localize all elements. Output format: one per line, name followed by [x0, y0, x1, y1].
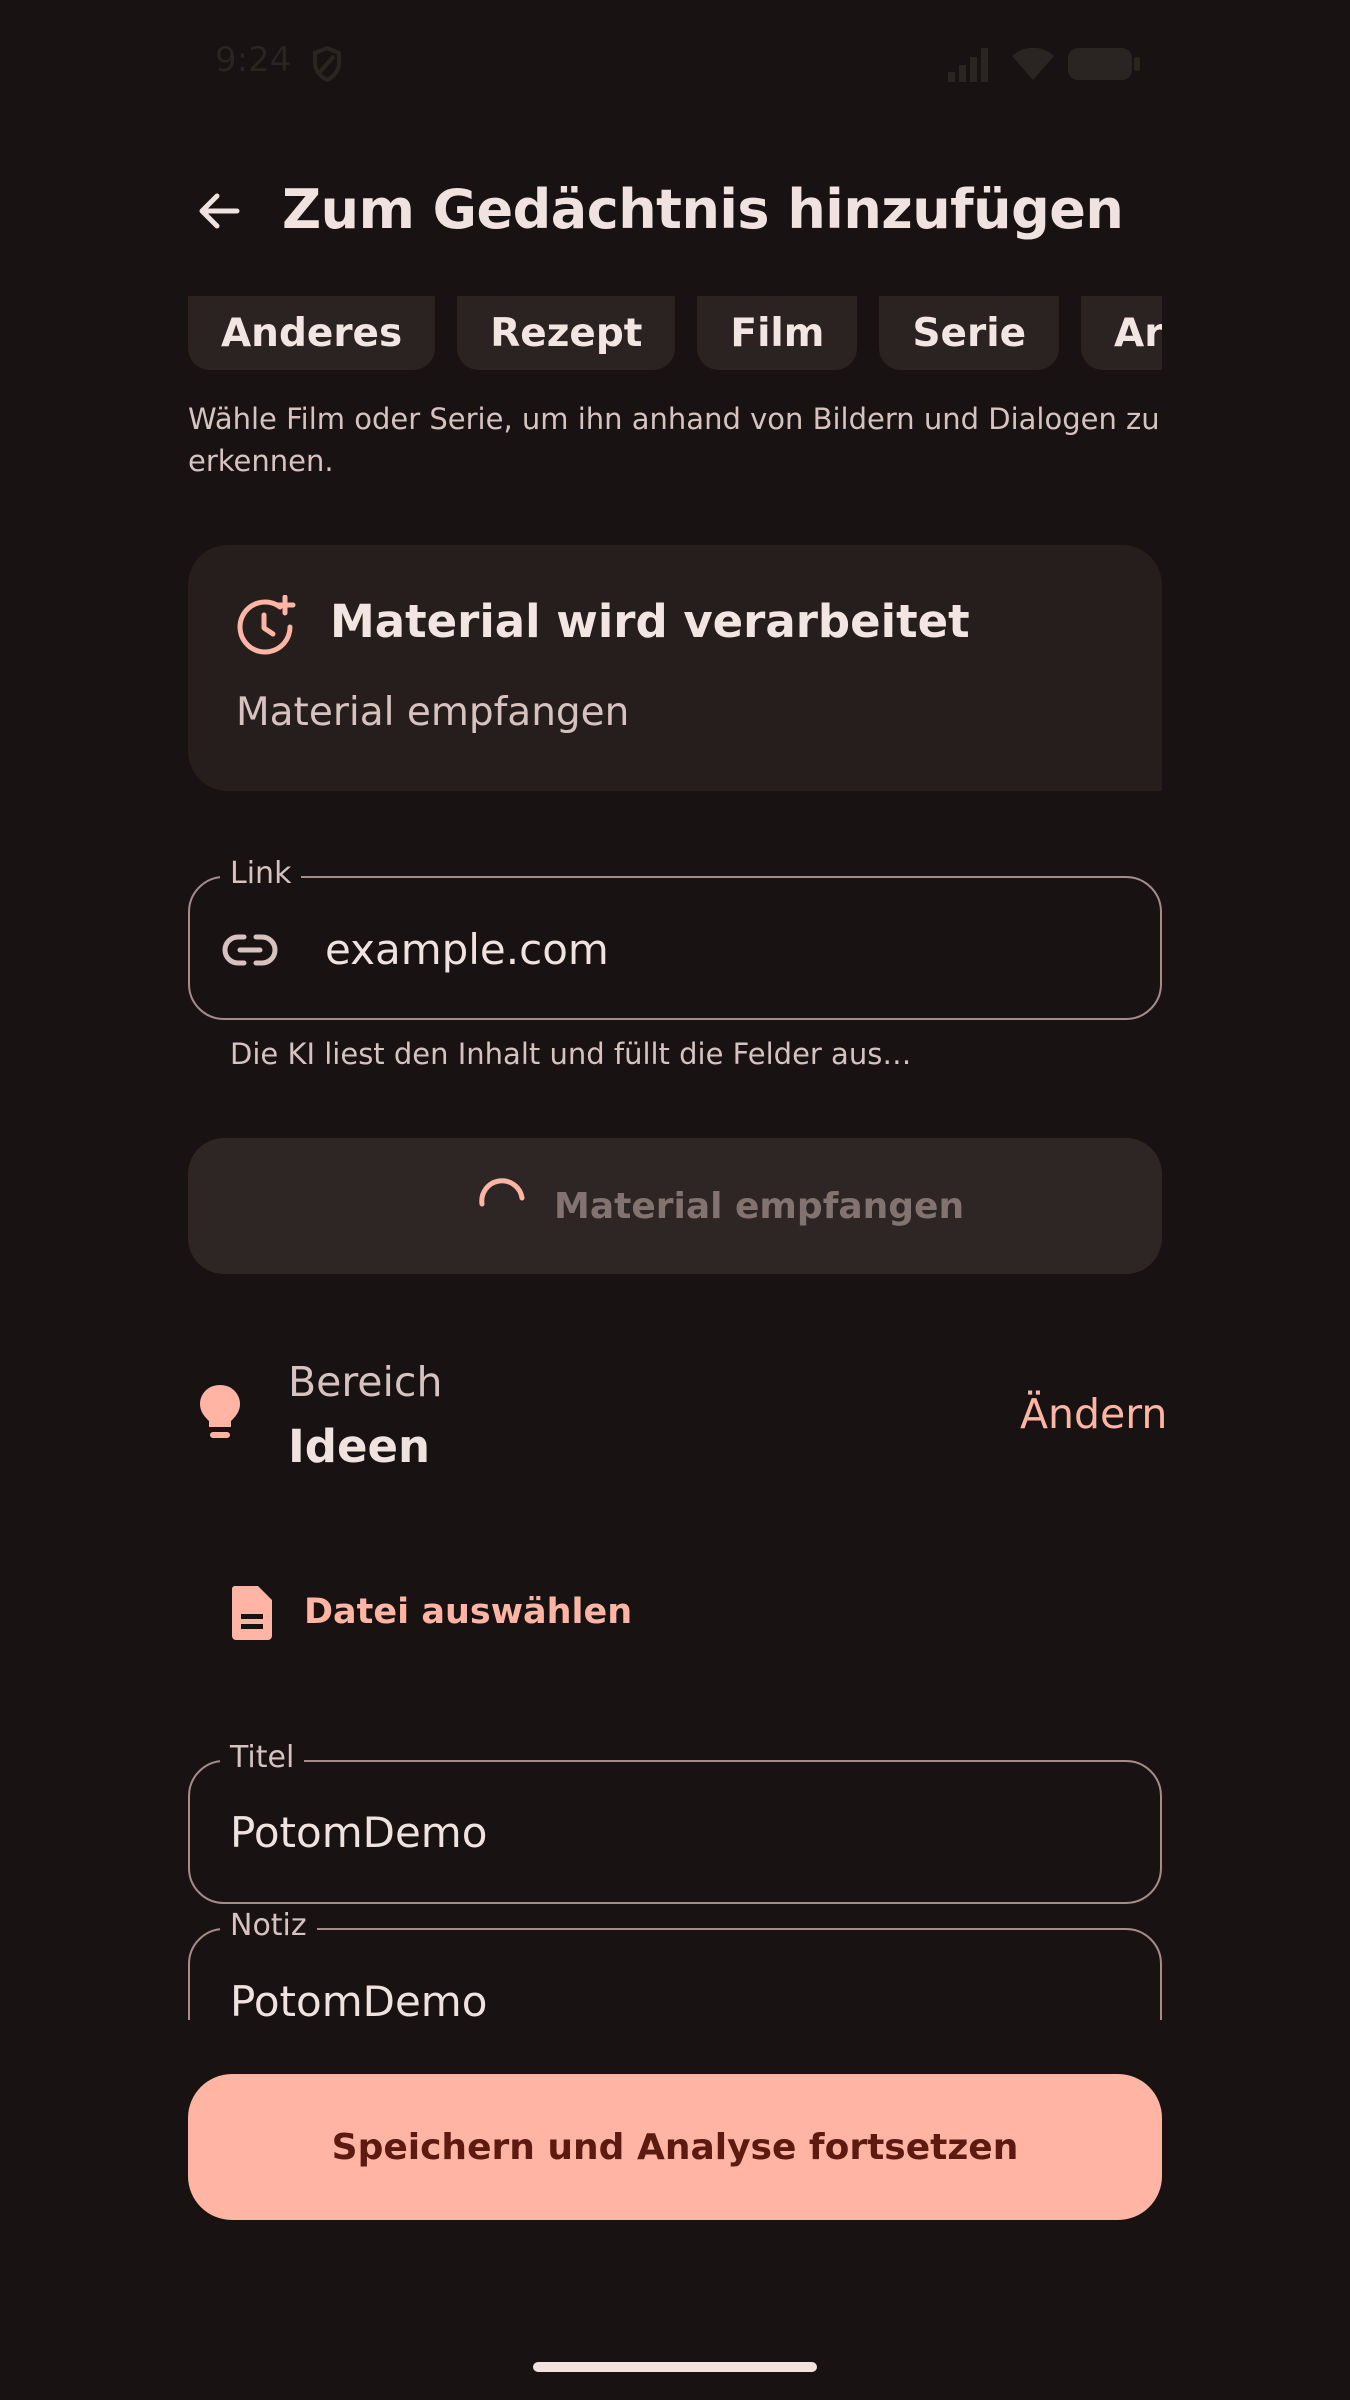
chip-artikel[interactable]: Artikel [1081, 296, 1162, 370]
link-input[interactable]: example.com [325, 925, 609, 974]
title-input[interactable]: PotomDemo [230, 1808, 487, 1857]
back-arrow-icon [195, 187, 243, 239]
receive-material-label: Material empfangen [554, 1186, 965, 1227]
back-button[interactable] [186, 180, 252, 246]
wifi-icon [1010, 44, 1056, 82]
battery-icon [1068, 46, 1140, 82]
save-button-label: Speichern und Analyse fortsetzen [331, 2126, 1019, 2168]
signal-icon [948, 48, 990, 82]
processing-status: Material empfangen [236, 690, 630, 735]
clock-plus-icon [236, 594, 296, 655]
spinner-icon [474, 1176, 530, 1232]
note-input[interactable]: PotomDemo [230, 1977, 487, 2026]
chip-serie[interactable]: Serie [879, 296, 1060, 370]
category-hint: Wähle Film oder Serie, um ihn anhand von… [188, 402, 1160, 478]
file-picker-label: Datei auswählen [304, 1592, 633, 1632]
note-field-label: Notiz [220, 1908, 317, 1943]
link-icon [222, 925, 278, 975]
area-label: Bereich [288, 1358, 443, 1406]
document-icon [228, 1584, 276, 1642]
link-field-label: Link [220, 856, 302, 891]
processing-card [188, 545, 1162, 791]
chip-film[interactable]: Film [697, 296, 858, 370]
processing-title: Material wird verarbeitet [330, 595, 970, 648]
shield-icon [312, 45, 342, 83]
page-title: Zum Gedächtnis hinzufügen [282, 178, 1124, 241]
home-indicator[interactable] [533, 2362, 817, 2372]
area-value: Ideen [288, 1420, 431, 1473]
chip-rezept[interactable]: Rezept [457, 296, 676, 370]
save-and-continue-button[interactable]: Speichern und Analyse fortsetzen [188, 2074, 1162, 2220]
chip-anderes[interactable]: Anderes [188, 296, 436, 370]
title-field-label: Titel [220, 1740, 305, 1775]
lightbulb-icon [196, 1383, 244, 1441]
status-time: 9:24 [215, 40, 292, 80]
change-area-button[interactable]: Ändern [1020, 1390, 1167, 1438]
link-supporting-text: Die KI liest den Inhalt und füllt die Fe… [230, 1037, 912, 1071]
category-chips: Anderes Rezept Film Serie Artikel [188, 296, 1162, 370]
